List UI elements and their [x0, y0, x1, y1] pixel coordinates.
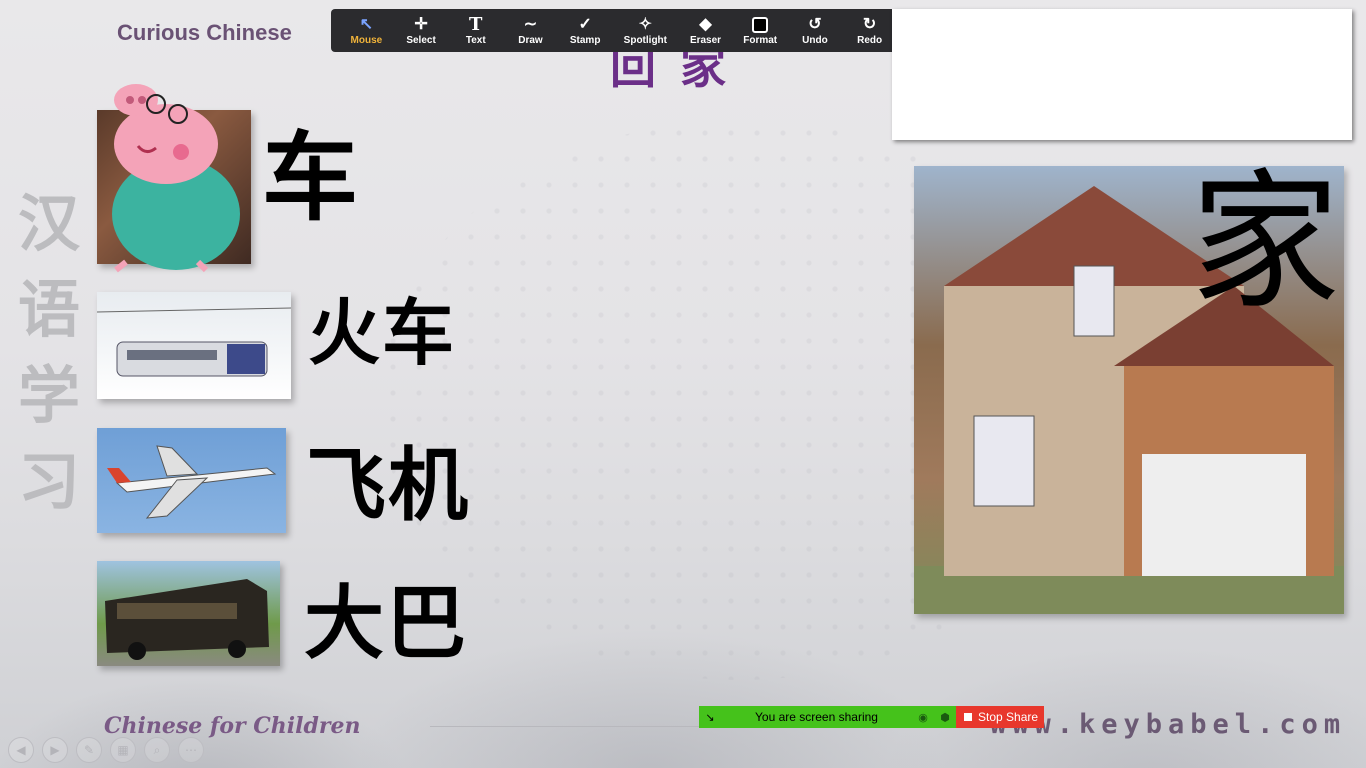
tool-label: Text	[465, 35, 486, 46]
tool-label: Format	[743, 35, 778, 46]
train-shape	[97, 307, 291, 377]
tool-label: Redo	[857, 35, 883, 46]
undo-icon: ↺	[808, 16, 822, 33]
eraser-icon: ◆	[699, 16, 712, 33]
stop-share-button[interactable]: Stop Share	[956, 706, 1044, 728]
previous-slide-icon[interactable]: ◀	[8, 737, 34, 763]
tool-redo[interactable]: ↻ Redo	[842, 9, 897, 52]
tool-label: Stamp	[569, 35, 601, 46]
tool-stamp[interactable]: ✓ Stamp	[558, 9, 613, 52]
tool-undo[interactable]: ↺ Undo	[788, 9, 843, 52]
airplane-picture	[97, 428, 286, 533]
more-options-icon[interactable]: ⋯	[178, 737, 204, 763]
record-icon[interactable]: ◉	[912, 711, 934, 724]
share-status-panel: ↘ You are screen sharing ◉ ⬢	[699, 706, 956, 728]
tool-label: Select	[406, 35, 436, 46]
stop-square-icon	[964, 713, 972, 721]
vocab-bus-handwritten: 大巴	[304, 577, 468, 670]
stop-share-label: Stop Share	[978, 710, 1039, 724]
annotation-toolbar: ↖ Mouse ✛ Select T Text ∼ Draw ✓ Stamp ✧…	[331, 9, 897, 52]
side-vertical-characters: 汉 语 学 习	[18, 185, 88, 521]
spotlight-wand-icon: ✧	[638, 16, 653, 33]
tool-format[interactable]: Format	[733, 9, 788, 52]
tool-select[interactable]: ✛ Select	[394, 9, 449, 52]
mouse-pointer-icon: ↖	[359, 16, 374, 33]
vocab-train-handwritten: 火车	[308, 291, 457, 375]
tool-label: Undo	[802, 35, 828, 46]
tool-label: Spotlight	[623, 35, 667, 46]
train-picture	[97, 292, 291, 399]
tool-text[interactable]: T Text	[448, 9, 503, 52]
zoom-icon[interactable]: ⌕	[144, 737, 170, 763]
side-char: 语	[18, 273, 81, 346]
share-status-text: You are screen sharing	[755, 710, 878, 724]
bus-picture	[97, 561, 280, 666]
airplane-shape	[107, 445, 277, 519]
bus-shape	[105, 579, 269, 660]
slides-grid-icon[interactable]: ▦	[110, 737, 136, 763]
tool-spotlight[interactable]: ✧ Spotlight	[613, 9, 679, 52]
tool-label: Eraser	[689, 35, 722, 46]
brand-top-label: Curious Chinese	[117, 20, 292, 45]
screen-share-bar: ↘ You are screen sharing ◉ ⬢ Stop Share	[699, 706, 1044, 728]
draw-wave-icon: ∼	[523, 16, 538, 33]
annotation-white-box	[892, 9, 1352, 140]
tool-eraser[interactable]: ◆ Eraser	[678, 9, 733, 52]
pig-character-image	[112, 84, 240, 273]
tool-label: Draw	[518, 35, 543, 46]
tool-label: Mouse	[350, 35, 383, 46]
shield-icon[interactable]: ⬢	[934, 711, 956, 724]
move-arrows-icon: ✛	[414, 16, 428, 33]
color-swatch-icon	[752, 15, 769, 35]
checkmark-icon: ✓	[578, 16, 592, 33]
tool-draw[interactable]: ∼ Draw	[503, 9, 558, 52]
tool-mouse[interactable]: ↖ Mouse	[339, 9, 394, 52]
slideshow-nav-controls: ◀ ▶ ✎ ▦ ⌕ ⋯	[8, 737, 204, 763]
text-icon: T	[469, 14, 483, 35]
pen-icon[interactable]: ✎	[76, 737, 102, 763]
redo-icon: ↻	[862, 16, 877, 33]
footer-divider	[430, 726, 700, 727]
drag-handle-icon[interactable]: ↘	[699, 711, 721, 724]
vocab-home-handwritten: 家	[1190, 156, 1343, 330]
vocab-plane-handwritten: 飞机	[306, 439, 470, 532]
side-char: 汉	[18, 187, 81, 260]
side-char: 习	[18, 445, 81, 518]
next-slide-icon[interactable]: ▶	[42, 737, 68, 763]
brand-bottom-label: Chinese for Children	[104, 713, 361, 739]
side-char: 学	[18, 359, 81, 432]
vocab-car-handwritten: 车	[262, 122, 360, 234]
